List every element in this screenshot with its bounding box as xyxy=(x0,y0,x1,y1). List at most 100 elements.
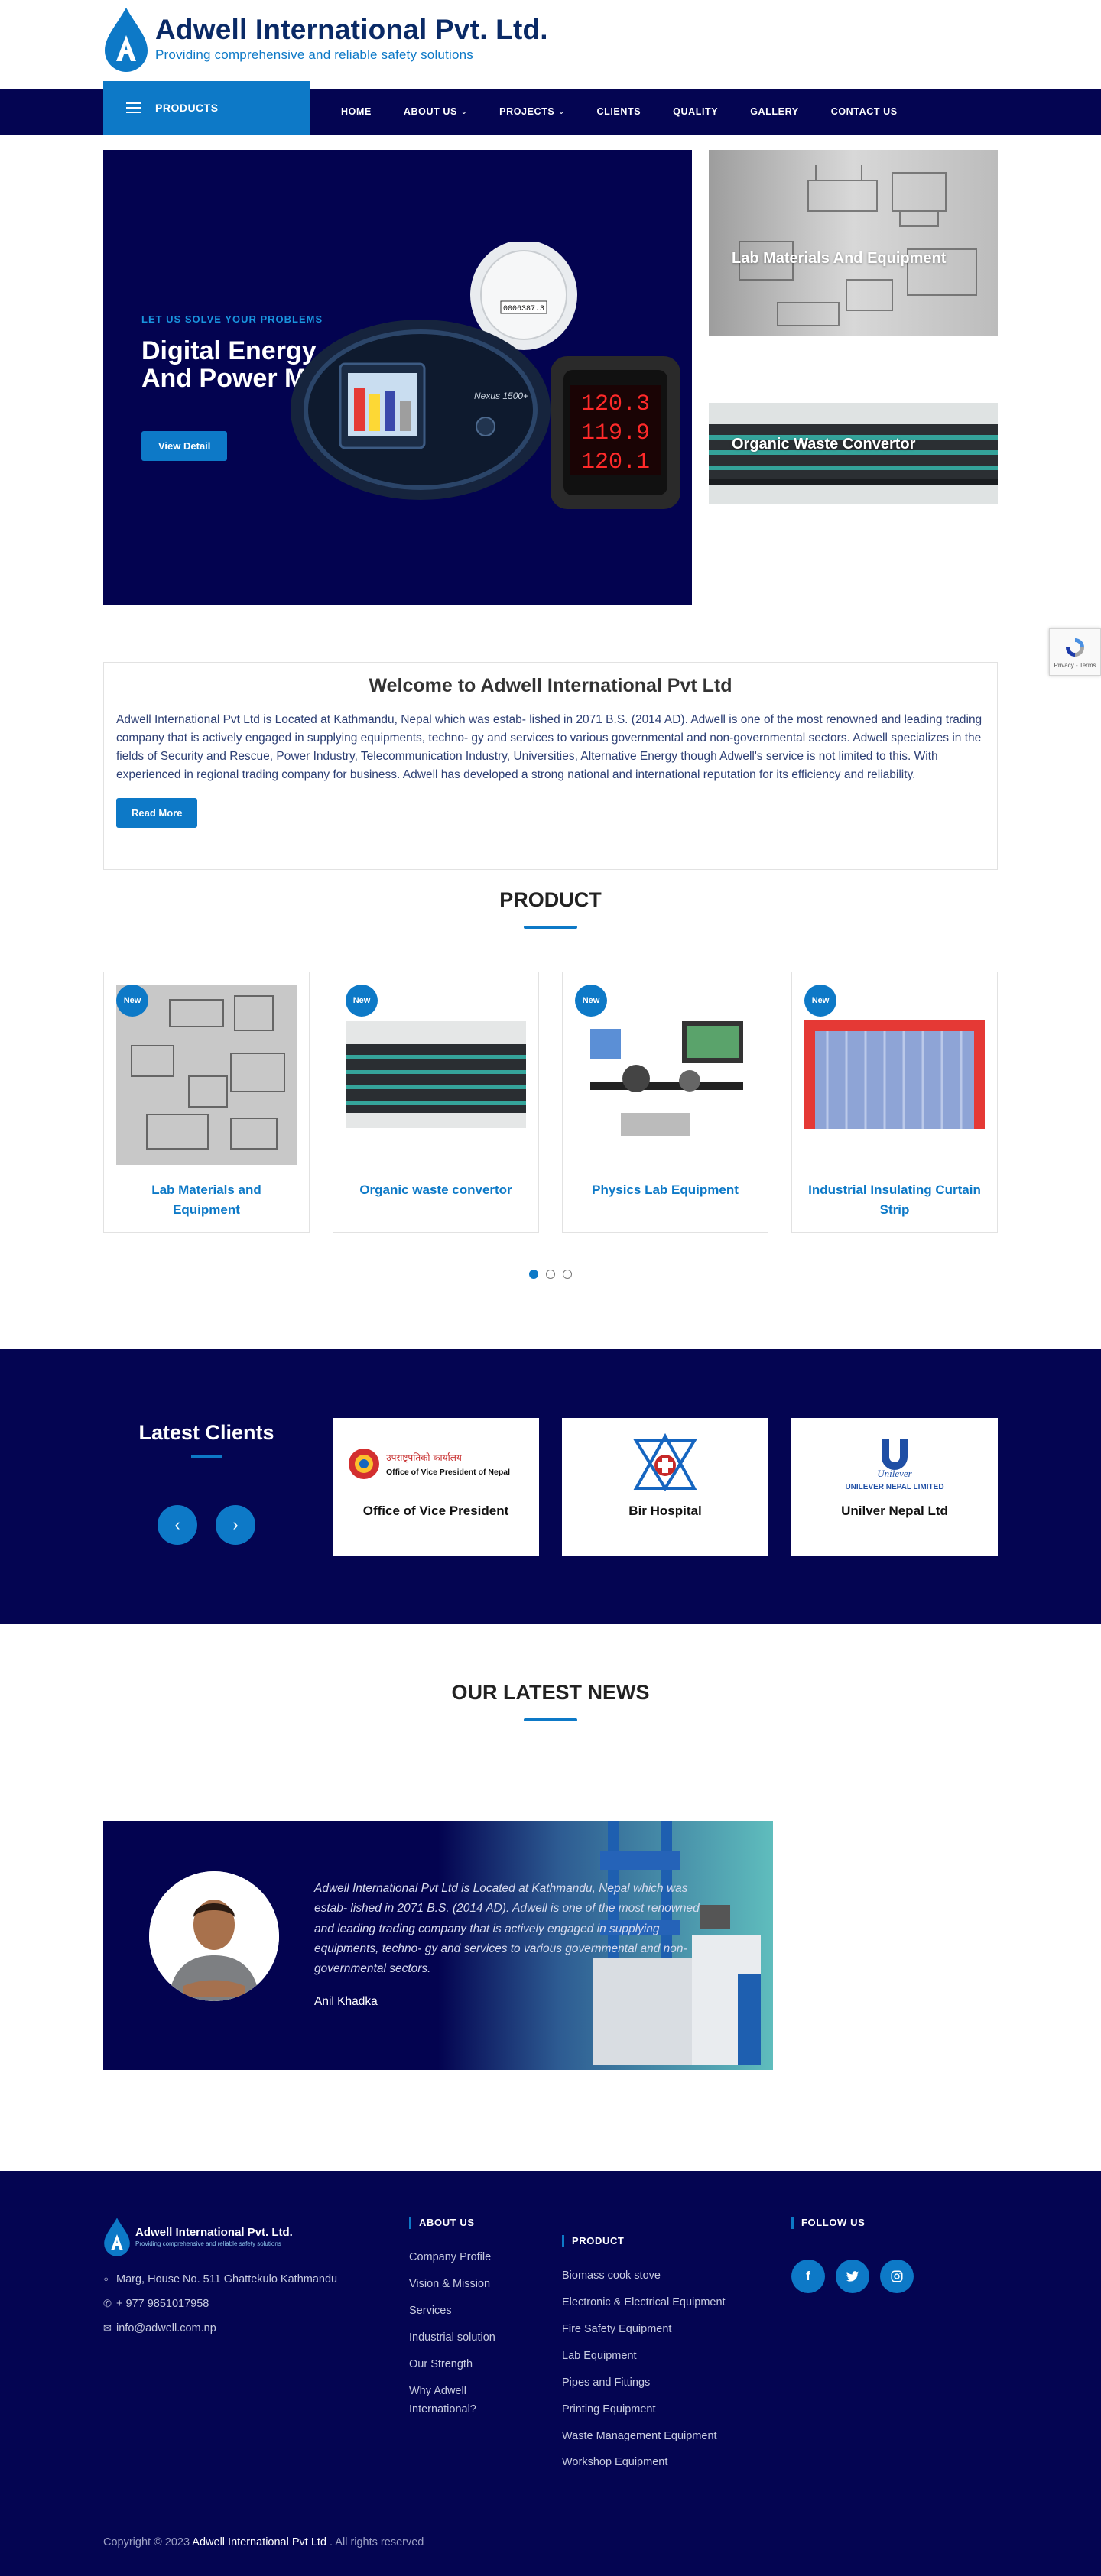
nav-quality-label: QUALITY xyxy=(673,106,719,117)
footer-link[interactable]: Company Profile xyxy=(409,2249,562,2267)
footer-link[interactable]: Electronic & Electrical Equipment xyxy=(562,2294,791,2312)
nav-about-us[interactable]: ABOUT US ⌄ xyxy=(404,106,467,117)
welcome-body: Adwell International Pvt Ltd is Located … xyxy=(116,713,982,782)
client-logo-text: उपराष्ट्रपतिको कार्यालय xyxy=(386,1452,463,1463)
chevron-down-icon: ⌄ xyxy=(558,107,565,115)
chevron-down-icon: ⌄ xyxy=(460,107,468,115)
news-card[interactable]: Adwell International Pvt Ltd is Located … xyxy=(103,1821,773,2070)
copyright-company-link[interactable]: Adwell International Pvt Ltd xyxy=(192,2536,326,2548)
footer-follow-column: FOLLOW US f xyxy=(791,2217,944,2480)
footer-link[interactable]: Waste Management Equipment xyxy=(562,2428,791,2446)
client-logo-subtext: UNILEVER NEPAL LIMITED xyxy=(845,1483,943,1491)
clients-heading-block: Latest Clients ‹ › xyxy=(103,1418,310,1556)
footer-follow-title: FOLLOW US xyxy=(791,2217,944,2229)
new-badge: New xyxy=(804,985,836,1017)
footer-link[interactable]: Fire Safety Equipment xyxy=(562,2321,791,2339)
footer-link[interactable]: Why Adwell International? xyxy=(409,2383,493,2419)
instagram-icon[interactable] xyxy=(880,2260,914,2293)
nav-clients[interactable]: CLIENTS xyxy=(596,106,641,117)
product-name[interactable]: Organic waste convertor xyxy=(346,1180,526,1200)
author-avatar xyxy=(149,1871,279,2001)
footer-link[interactable]: Pipes and Fittings xyxy=(562,2374,791,2393)
envelope-icon: ✉ xyxy=(103,2322,112,2334)
client-card[interactable]: Unilever UNILEVER NEPAL LIMITED Unilver … xyxy=(791,1418,998,1556)
facebook-icon[interactable]: f xyxy=(791,2260,825,2293)
products-carousel: New Lab Materials and Equipment New Orga… xyxy=(103,972,998,1233)
products-menu-button[interactable]: PRODUCTS xyxy=(103,81,310,135)
footer-link[interactable]: Vision & Mission xyxy=(409,2276,562,2294)
lab-equipment-image xyxy=(739,165,977,326)
nav-clients-label: CLIENTS xyxy=(596,106,641,117)
footer-link[interactable]: Biomass cook stove xyxy=(562,2267,791,2286)
footer-link[interactable]: Printing Equipment xyxy=(562,2401,791,2419)
product-card[interactable]: New Industrial Insulating Curtain Strip xyxy=(791,972,998,1233)
product-name[interactable]: Industrial Insulating Curtain Strip xyxy=(804,1180,985,1219)
footer-address: ⌖ Marg, House No. 511 Ghattekulo Kathmand… xyxy=(103,2273,409,2286)
welcome-section: Welcome to Adwell International Pvt Ltd … xyxy=(103,662,998,870)
site-logo[interactable]: Adwell International Pvt. Ltd. Providing… xyxy=(103,0,998,72)
footer-brand-tagline: Providing comprehensive and reliable saf… xyxy=(135,2240,281,2247)
carousel-dot[interactable] xyxy=(529,1270,538,1279)
hero-slider[interactable]: LET US SOLVE YOUR PROBLEMS Digital Energ… xyxy=(103,150,692,605)
footer-link[interactable]: Our Strength xyxy=(409,2356,562,2374)
carousel-pagination xyxy=(103,1270,998,1279)
side-card-lab-materials[interactable]: Lab Materials And Equipment xyxy=(709,150,998,336)
recaptcha-terms[interactable]: Privacy - Terms xyxy=(1054,662,1096,669)
nav-gallery[interactable]: GALLERY xyxy=(750,106,798,117)
new-badge: New xyxy=(116,985,148,1017)
footer-phone-text: + 977 9851017958 xyxy=(116,2298,209,2310)
product-card[interactable]: New Physics Lab Equipment xyxy=(562,972,768,1233)
footer-contact-column: Adwell International Pvt. Ltd. Providing… xyxy=(103,2217,409,2480)
nav-home[interactable]: HOME xyxy=(341,106,372,117)
client-card[interactable]: उपराष्ट्रपतिको कार्यालय Office of Vice P… xyxy=(333,1418,539,1556)
footer-link[interactable]: Services xyxy=(409,2302,562,2321)
footer-phone[interactable]: ✆ + 977 9851017958 xyxy=(103,2298,409,2310)
footer-logo[interactable]: Adwell International Pvt. Ltd. Providing… xyxy=(103,2217,409,2256)
client-name: Bir Hospital xyxy=(628,1504,702,1518)
welcome-title: Welcome to Adwell International Pvt Ltd xyxy=(369,675,732,696)
view-detail-button[interactable]: View Detail xyxy=(141,431,228,461)
twitter-icon[interactable] xyxy=(836,2260,869,2293)
next-arrow-icon[interactable]: › xyxy=(216,1505,255,1545)
footer-link[interactable]: Lab Equipment xyxy=(562,2347,791,2366)
nav-contact-us[interactable]: CONTACT US xyxy=(831,106,898,117)
power-meters-image: 0006387.3 Nexus 1500+ 120.3 119.9 120.1 xyxy=(291,242,680,509)
recaptcha-badge[interactable]: Privacy - Terms xyxy=(1049,628,1101,676)
footer-product-title: PRODUCT xyxy=(562,2235,791,2247)
product-name[interactable]: Lab Materials and Equipment xyxy=(116,1180,297,1219)
logo-drop-icon xyxy=(104,2218,130,2256)
footer-email[interactable]: ✉ info@adwell.com.np xyxy=(103,2322,409,2334)
footer-about-title: ABOUT US xyxy=(409,2217,562,2229)
footer-address-text: Marg, House No. 511 Ghattekulo Kathmandu xyxy=(116,2273,338,2286)
product-card[interactable]: New Lab Materials and Equipment xyxy=(103,972,310,1233)
clients-carousel-controls: ‹ › xyxy=(103,1505,310,1545)
clients-title: Latest Clients xyxy=(138,1421,274,1444)
client-card[interactable]: Bir Hospital xyxy=(562,1418,768,1556)
side-card-waste-convertor[interactable]: Organic Waste Convertor xyxy=(709,403,998,504)
side-card-label-lab: Lab Materials And Equipment xyxy=(732,250,947,267)
unilever-logo: Unilever UNILEVER NEPAL LIMITED xyxy=(837,1433,952,1494)
products-menu-label: PRODUCTS xyxy=(155,102,219,114)
phone-icon: ✆ xyxy=(103,2298,112,2309)
prev-arrow-icon[interactable]: ‹ xyxy=(158,1505,197,1545)
meter-brand: Nexus 1500+ xyxy=(474,391,528,401)
footer-link[interactable]: Workshop Equipment xyxy=(562,2454,791,2472)
client-name: Unilver Nepal Ltd xyxy=(841,1504,948,1518)
nav-quality[interactable]: QUALITY xyxy=(673,106,718,117)
nav-menu: HOME ABOUT US ⌄ PROJECTS ⌄ CLIENTS QUALITY… xyxy=(341,89,930,135)
client-name: Office of Vice President xyxy=(362,1504,509,1518)
read-more-button[interactable]: Read More xyxy=(116,798,198,829)
product-card[interactable]: New Organic waste convertor xyxy=(333,972,539,1233)
product-name[interactable]: Physics Lab Equipment xyxy=(575,1180,755,1200)
nav-projects[interactable]: PROJECTS ⌄ xyxy=(499,106,564,117)
main-navbar: PRODUCTS HOME ABOUT US ⌄ PROJECTS ⌄ CLIENT… xyxy=(0,81,1101,135)
footer-link[interactable]: Industrial solution xyxy=(409,2329,562,2347)
title-underline xyxy=(524,1718,577,1721)
meter-reading-2: 119.9 xyxy=(581,420,650,446)
title-underline xyxy=(524,926,577,929)
carousel-dot[interactable] xyxy=(563,1270,572,1279)
site-header: Adwell International Pvt. Ltd. Providing… xyxy=(0,0,1101,89)
nav-projects-label: PROJECTS xyxy=(499,106,555,117)
bir-hospital-logo xyxy=(633,1433,697,1494)
carousel-dot[interactable] xyxy=(546,1270,555,1279)
